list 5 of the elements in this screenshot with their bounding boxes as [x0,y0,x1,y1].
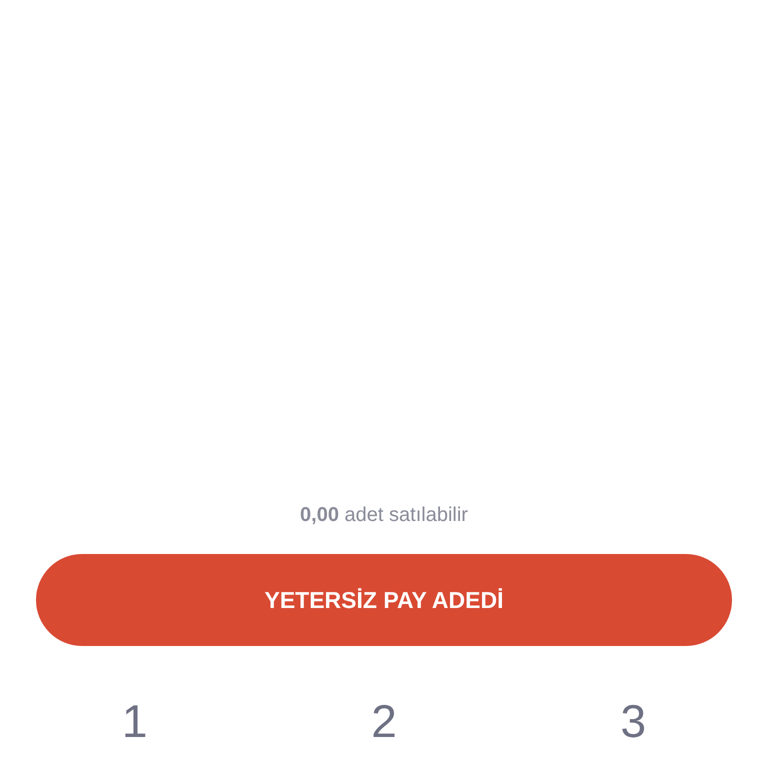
available-quantity-text: 0,00 adet satılabilir [300,503,468,528]
keypad-key[interactable]: 2 [363,698,405,744]
keypad-key[interactable]: 1 [114,698,156,744]
submit-button[interactable]: YETERSİZ PAY ADEDİ [36,554,732,646]
keypad-key[interactable]: 3 [612,698,654,744]
